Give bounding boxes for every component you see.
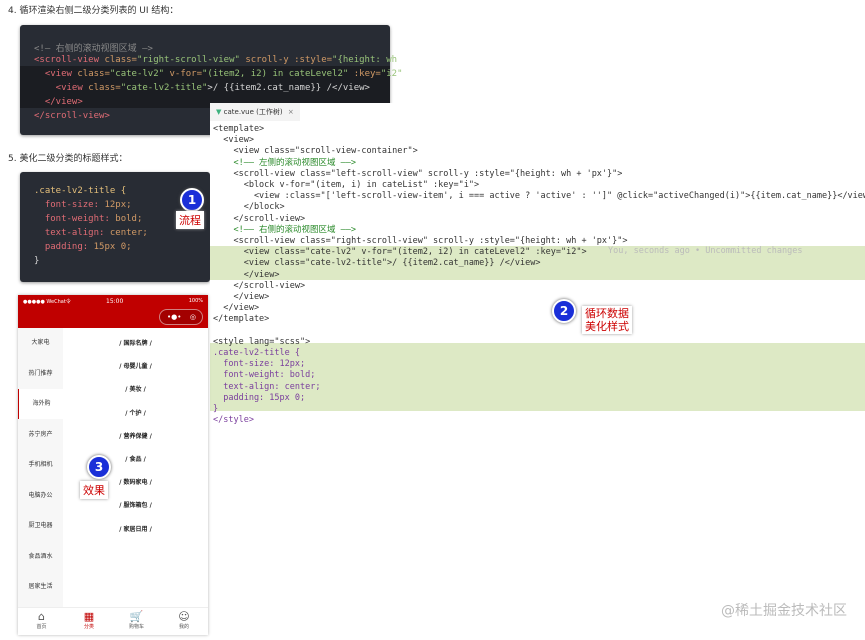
code-line: </view> — [213, 303, 260, 314]
user-icon: ☺ — [178, 610, 190, 623]
step-badge-1: 1 — [180, 188, 204, 212]
code-line: padding: 15px 0; — [213, 392, 306, 403]
code-line: </style> — [213, 415, 254, 426]
step-badge-2: 2 — [552, 299, 576, 323]
step-badge-3: 3 — [87, 455, 111, 479]
close-tab-icon[interactable]: × — [288, 108, 294, 116]
code-line: </template> — [213, 314, 270, 325]
level2-category-title[interactable]: / 个护 / — [63, 408, 208, 417]
phone-preview: ●●●●● WeChat令 15:00 100% •●• ◎ 大家电 热门推荐 海外… — [18, 295, 208, 635]
code-line: <view class="scroll-view-container"> — [213, 146, 418, 157]
left-category-item[interactable]: 苏宁房产 — [18, 420, 63, 450]
code-editor: ▼ cate.vue (工作树) × <template> <view> <vi… — [210, 103, 865, 426]
nav-bar: ●●●●● WeChat令 15:00 100% •●• ◎ — [18, 295, 208, 328]
level2-category-title[interactable]: / 食品 / — [63, 454, 208, 463]
editor-tab[interactable]: ▼ cate.vue (工作树) × — [210, 103, 300, 121]
category-icon: ▦ — [83, 610, 95, 623]
code-line: </view> — [213, 269, 280, 280]
code-line: <view> — [213, 135, 254, 146]
cart-icon: 🛒 — [129, 610, 144, 623]
code-line: <view :class="['left-scroll-view-item', … — [213, 191, 865, 202]
left-category-item[interactable]: 电脑办公 — [18, 481, 63, 511]
code-line: <scroll-view class="right-scroll-view" s… — [213, 236, 628, 246]
tab-0[interactable]: ⌂ 首页 — [18, 610, 65, 630]
left-category-item[interactable]: 厨卫电器 — [18, 511, 63, 541]
tab-label: 分类 — [83, 624, 94, 630]
left-category-item[interactable]: 手机相机 — [18, 450, 63, 480]
annotation-effect: 效果 — [80, 481, 108, 499]
tab-label: 我的 — [178, 624, 189, 630]
level2-category-title[interactable]: / 美妆 / — [63, 384, 208, 393]
tab-label: 购物车 — [128, 624, 144, 630]
level2-category-title[interactable]: / 母婴儿童 / — [63, 361, 208, 370]
left-category-item[interactable]: 大家电 — [18, 328, 63, 358]
more-icon[interactable]: •●• — [167, 310, 181, 324]
code-line: <view class="cate-lv2" v-for="(item2, i2… — [213, 247, 587, 258]
annotation-loop-style: 循环数据 美化样式 — [582, 306, 632, 334]
code-line: <template> — [213, 124, 265, 134]
tab-1[interactable]: ▦ 分类 — [66, 610, 113, 630]
capsule-menu[interactable]: •●• ◎ — [159, 309, 203, 325]
code-line: .cate-lv2-title { — [213, 348, 300, 358]
code-line: </scroll-view> — [213, 213, 306, 224]
level2-category-title[interactable]: / 营养保健 / — [63, 431, 208, 440]
watermark: @稀土掘金技术社区 — [721, 603, 847, 619]
code-line: <!—— 右侧的滚动视图区域 ——> — [213, 224, 357, 235]
code-line: <view class="cate-lv2-title">/ {{item2.c… — [213, 258, 541, 269]
close-mini-icon[interactable]: ◎ — [190, 310, 196, 324]
left-category-item[interactable]: 海外购 — [18, 389, 64, 419]
code-line: <scroll-view class="left-scroll-view" sc… — [213, 168, 623, 179]
home-icon: ⌂ — [38, 610, 45, 623]
code-line: <!—— 左侧的滚动视图区域 ——> — [213, 157, 357, 168]
left-category-item[interactable]: 热门推荐 — [18, 359, 63, 389]
code-line: <style lang="scss"> — [213, 336, 311, 347]
code-line: } — [213, 404, 219, 414]
level2-category-title[interactable]: / 家居日用 / — [63, 524, 208, 533]
code-line: </scroll-view> — [213, 280, 306, 291]
code-line: font-weight: bold; — [213, 370, 316, 381]
tab-label: 首页 — [36, 624, 47, 630]
step-5-heading: 5. 美化二级分类的标题样式： — [8, 154, 128, 164]
git-blame: You, seconds ago • Uncommitted changes — [608, 246, 803, 256]
tab-2[interactable]: 🛒 购物车 — [113, 610, 160, 630]
level2-category-title[interactable]: / 服饰箱包 / — [63, 500, 208, 509]
annotation-flow: 流程 — [176, 211, 204, 229]
code-comment: <!— 右侧的滚动视图区域 —> — [34, 44, 153, 54]
code-line: <block v-for="(item, i) in cateList" :ke… — [213, 180, 480, 190]
left-category-item[interactable]: 食品酒水 — [18, 542, 63, 572]
code-line: font-size: 12px; — [213, 359, 306, 370]
code-line: </block> — [213, 202, 285, 213]
vue-icon: ▼ — [216, 108, 222, 116]
tab-bar: ⌂ 首页 ▦ 分类 🛒 购物车 ☺ 我的 — [18, 607, 208, 635]
code-line: </view> — [213, 292, 270, 302]
level2-category-title[interactable]: / 国际名牌 / — [63, 338, 208, 347]
code-line: text-align: center; — [213, 381, 321, 392]
left-category-item[interactable]: 居家生活 — [18, 572, 63, 602]
tab-3[interactable]: ☺ 我的 — [161, 610, 208, 630]
step-4-heading: 4. 循环渲染右侧二级分类列表的 UI 结构： — [8, 6, 179, 16]
